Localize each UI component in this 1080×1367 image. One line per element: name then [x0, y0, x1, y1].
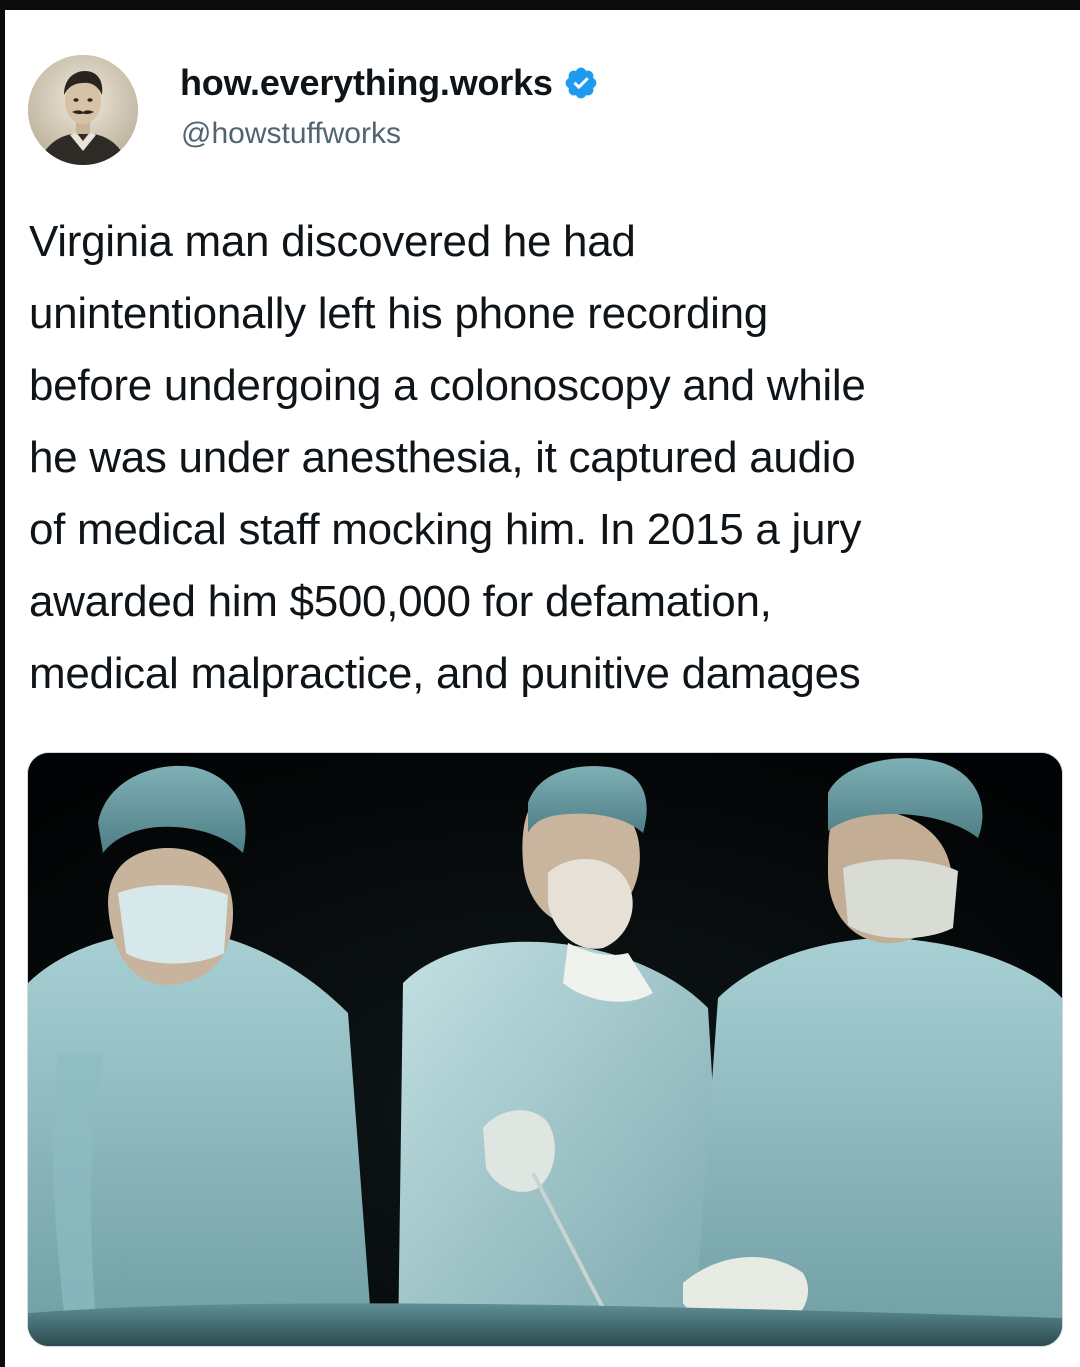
- tweet-text-line: unintentionally left his phone recording: [29, 289, 768, 338]
- avatar-portrait-image: [28, 55, 138, 165]
- tweet-text-line: medical malpractice, and punitive damage…: [29, 649, 861, 698]
- display-name-row: how.everything.works: [180, 61, 599, 105]
- tweet-text-line: Virginia man discovered he had: [29, 217, 636, 266]
- tweet-text-line: of medical staff mocking him. In 2015 a …: [29, 505, 862, 554]
- avatar[interactable]: [28, 55, 138, 165]
- tweet-header: how.everything.works @howstuffworks: [28, 55, 1028, 165]
- tweet-card: how.everything.works @howstuffworks Virg…: [5, 10, 1080, 1367]
- tweet-media-photo[interactable]: [27, 752, 1063, 1347]
- tweet-text-line: before undergoing a colonoscopy and whil…: [29, 361, 866, 410]
- author-handle[interactable]: @howstuffworks: [181, 117, 401, 151]
- verified-badge-icon: [563, 65, 599, 101]
- tweet-text-line: awarded him $500,000 for defamation,: [29, 577, 772, 626]
- display-name[interactable]: how.everything.works: [180, 62, 553, 104]
- tweet-text-line: he was under anesthesia, it captured aud…: [29, 433, 856, 482]
- tweet-text: Virginia man discovered he had unintenti…: [29, 206, 1069, 710]
- surgeons-photo: [28, 753, 1062, 1346]
